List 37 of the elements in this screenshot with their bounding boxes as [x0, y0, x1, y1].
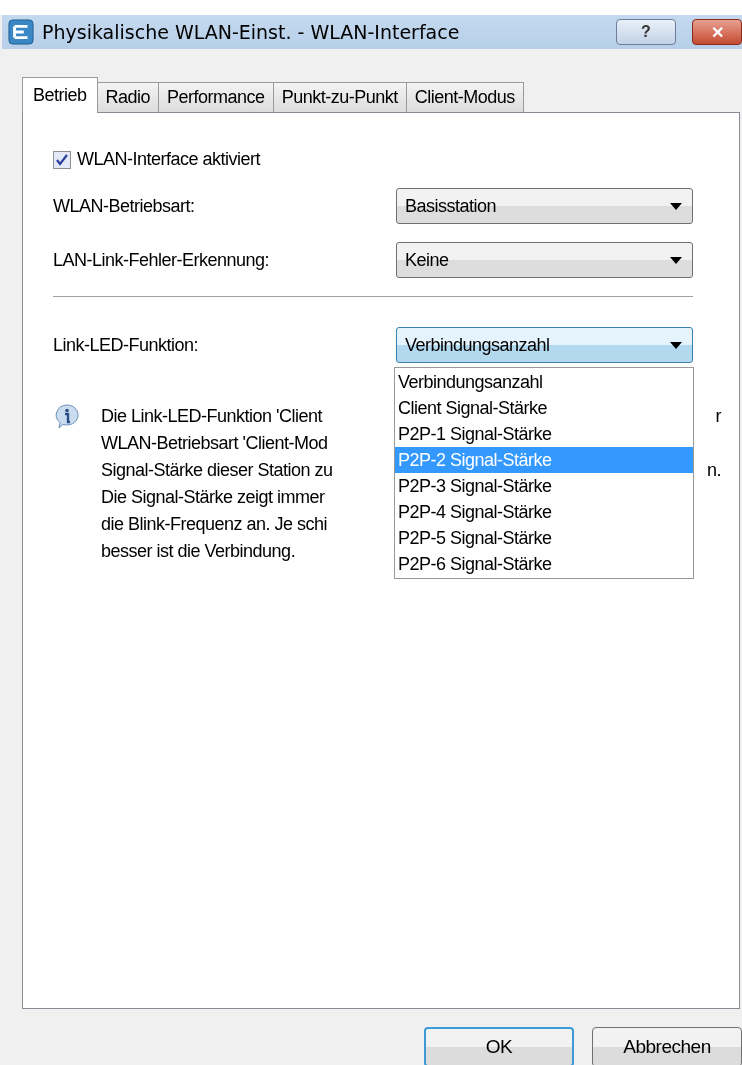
checkbox[interactable]: [53, 150, 71, 169]
caret-icon: [670, 256, 682, 264]
info-icon: [53, 403, 81, 431]
dropdown[interactable]: Verbindungsanzahl: [396, 327, 693, 363]
info-text: Die Signal-Stärke zeigt immer: [101, 486, 325, 509]
tab[interactable]: Radio: [96, 82, 160, 112]
tab[interactable]: Performance: [158, 82, 274, 112]
info-text: WLAN-Betriebsart 'Client-Mod: [101, 432, 328, 455]
info-text: n.: [707, 459, 721, 482]
info-text: Die Link-LED-Funktion 'Client: [101, 405, 323, 428]
info-text: r: [715, 405, 721, 428]
field-label: Link-LED-Funktion:: [53, 334, 199, 356]
ok-button[interactable]: OK: [424, 1027, 574, 1065]
caret-icon: [670, 341, 682, 349]
help-button[interactable]: ?: [616, 19, 676, 45]
tab[interactable]: Client-Modus: [405, 82, 524, 112]
dropdown-option[interactable]: P2P-1 Signal-Stärke: [395, 421, 693, 447]
window-title: Physikalische WLAN-Einst. - WLAN-Interface: [42, 21, 461, 43]
field-label: WLAN-Betriebsart:: [53, 195, 195, 217]
info-text: die Blink-Frequenz an. Je schi: [101, 513, 328, 536]
app-icon: [8, 19, 34, 45]
info-text: Signal-Stärke dieser Station zu: [101, 459, 333, 482]
dropdown[interactable]: Basisstation: [396, 188, 693, 224]
checkbox-label: WLAN-Interface aktiviert: [77, 149, 261, 170]
dropdown-option[interactable]: P2P-5 Signal-Stärke: [395, 525, 693, 551]
caret-icon: [670, 202, 682, 210]
dropdown-option[interactable]: P2P-4 Signal-Stärke: [395, 499, 693, 525]
field-label: LAN-Link-Fehler-Erkennung:: [53, 249, 270, 271]
tab[interactable]: Punkt-zu-Punkt: [272, 82, 407, 112]
info-text: besser ist die Verbindung.: [101, 540, 296, 563]
cancel-button[interactable]: Abbrechen: [592, 1027, 742, 1065]
dropdown-option[interactable]: P2P-6 Signal-Stärke: [395, 551, 693, 577]
tab[interactable]: Betrieb: [22, 77, 98, 113]
dropdown-option[interactable]: Client Signal-Stärke: [395, 395, 693, 421]
dropdown[interactable]: Keine: [396, 242, 693, 278]
dropdown-option[interactable]: Verbindungsanzahl: [395, 369, 693, 395]
dropdown-option[interactable]: P2P-3 Signal-Stärke: [395, 473, 693, 499]
